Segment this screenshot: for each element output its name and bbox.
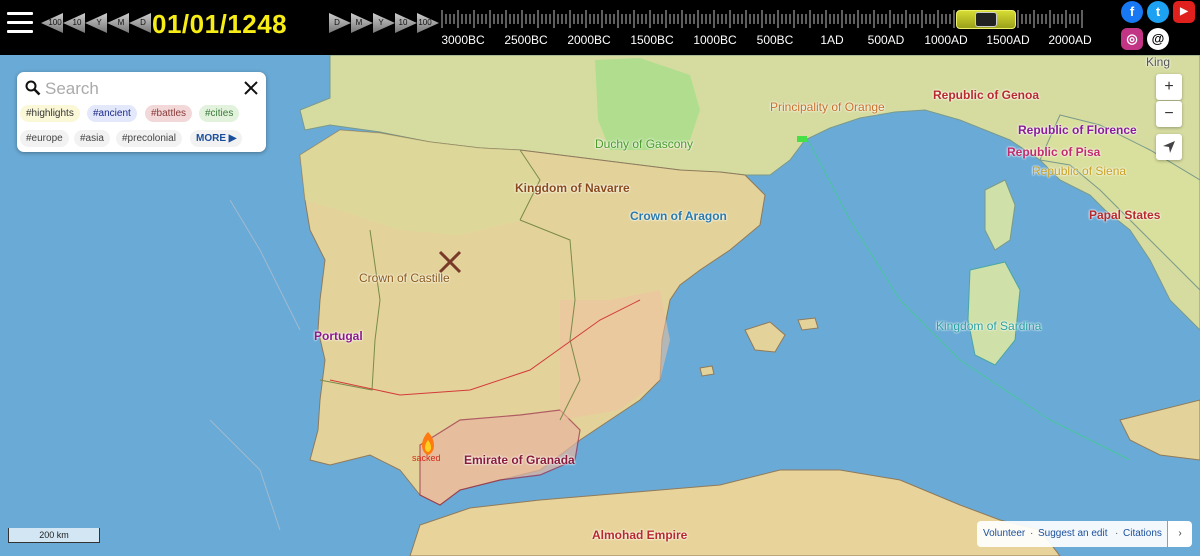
tag-ancient[interactable]: #ancient	[87, 105, 137, 122]
timeline-label: 1500AD	[986, 33, 1030, 47]
back-month-button[interactable]: M	[107, 13, 129, 33]
forward-year-button[interactable]: Y	[373, 13, 395, 33]
back-10-years-button[interactable]: 10	[63, 13, 85, 33]
tag-highlights[interactable]: #highlights	[20, 105, 80, 122]
label-papal-states[interactable]: Papal States	[1089, 208, 1160, 222]
back-year-button[interactable]: Y	[85, 13, 107, 33]
timeline-label: 1000BC	[693, 33, 737, 47]
close-icon[interactable]	[243, 80, 259, 96]
label-principality-of-orange[interactable]: Principality of Orange	[770, 100, 885, 114]
youtube-icon[interactable]: ▶	[1173, 1, 1195, 23]
forward-100-years-button[interactable]: 100	[417, 13, 439, 33]
more-tags-button[interactable]: MORE ▶	[190, 130, 243, 147]
timeline-label: 2000BC	[567, 33, 611, 47]
label-republic-of-siena[interactable]: Republic of Siena	[1032, 164, 1126, 178]
current-date[interactable]: 01/01/1248	[152, 9, 287, 40]
volunteer-link[interactable]: Volunteer	[983, 521, 1025, 547]
label-emirate-of-granada[interactable]: Emirate of Granada	[464, 453, 575, 467]
label-portugal[interactable]: Portugal	[314, 329, 363, 343]
timeline-label: 1AD	[820, 33, 844, 47]
forward-month-button[interactable]: M	[351, 13, 373, 33]
facebook-icon[interactable]: f	[1121, 1, 1143, 23]
locate-button[interactable]	[1156, 134, 1182, 160]
search-icon	[25, 80, 41, 96]
label-kingdom-of-sardina[interactable]: Kingdom of Sardina	[936, 319, 1041, 333]
timeline-label: 500AD	[867, 33, 905, 47]
scale-bar: 200 km	[8, 528, 100, 543]
instagram-icon[interactable]: ◎	[1121, 28, 1143, 50]
top-bar: 100 10 Y M D 01/01/1248 D M Y 10 100 300…	[0, 0, 1200, 55]
citations-link[interactable]: Citations	[1123, 521, 1162, 547]
menu-icon[interactable]	[7, 12, 33, 34]
label-king-partial[interactable]: King	[1146, 55, 1170, 69]
label-republic-of-pisa[interactable]: Republic of Pisa	[1007, 145, 1100, 159]
label-sacked: sacked	[412, 453, 441, 463]
forward-day-button[interactable]: D	[329, 13, 351, 33]
footer-links: Volunteer · Suggest an edit · Citations	[977, 521, 1167, 547]
zoom-out-button[interactable]: −	[1156, 101, 1182, 127]
twitter-icon[interactable]: t	[1147, 1, 1169, 23]
label-almohad-empire[interactable]: Almohad Empire	[592, 528, 687, 542]
search-panel: #highlights #ancient #battles #cities #e…	[17, 72, 266, 152]
timeline-label: 1000AD	[924, 33, 968, 47]
label-republic-of-florence[interactable]: Republic of Florence	[1018, 123, 1137, 137]
timeline-handle[interactable]	[956, 10, 1016, 29]
tag-precolonial[interactable]: #precolonial	[116, 130, 182, 147]
footer-separator: ·	[1030, 528, 1034, 539]
zoom-in-button[interactable]: +	[1156, 74, 1182, 100]
threads-icon[interactable]: @	[1147, 28, 1169, 50]
timeline-label: 2000AD	[1048, 33, 1092, 47]
suggest-edit-link[interactable]: Suggest an edit	[1038, 521, 1108, 547]
back-100-years-button[interactable]: 100	[41, 13, 63, 33]
tag-europe[interactable]: #europe	[20, 130, 69, 147]
timeline-label: 1500BC	[630, 33, 674, 47]
search-input[interactable]	[43, 76, 227, 102]
label-crown-of-aragon[interactable]: Crown of Aragon	[630, 209, 727, 223]
timeline-label: 3000BC	[441, 33, 485, 47]
location-arrow-icon	[1163, 141, 1175, 153]
back-day-button[interactable]: D	[129, 13, 151, 33]
footer-separator: ·	[1115, 528, 1119, 539]
tag-asia[interactable]: #asia	[74, 130, 110, 147]
label-crown-of-castille[interactable]: Crown of Castille	[359, 271, 450, 285]
timeline-label: 2500BC	[504, 33, 548, 47]
label-duchy-of-gascony[interactable]: Duchy of Gascony	[595, 137, 693, 151]
label-republic-of-genoa[interactable]: Republic of Genoa	[933, 88, 1039, 102]
footer-expand-button[interactable]: ›	[1168, 521, 1192, 547]
tag-cities[interactable]: #cities	[199, 105, 240, 122]
timeline-label: 500BC	[756, 33, 794, 47]
label-kingdom-of-navarre[interactable]: Kingdom of Navarre	[515, 181, 630, 195]
tag-battles[interactable]: #battles	[145, 105, 193, 122]
forward-10-years-button[interactable]: 10	[395, 13, 417, 33]
